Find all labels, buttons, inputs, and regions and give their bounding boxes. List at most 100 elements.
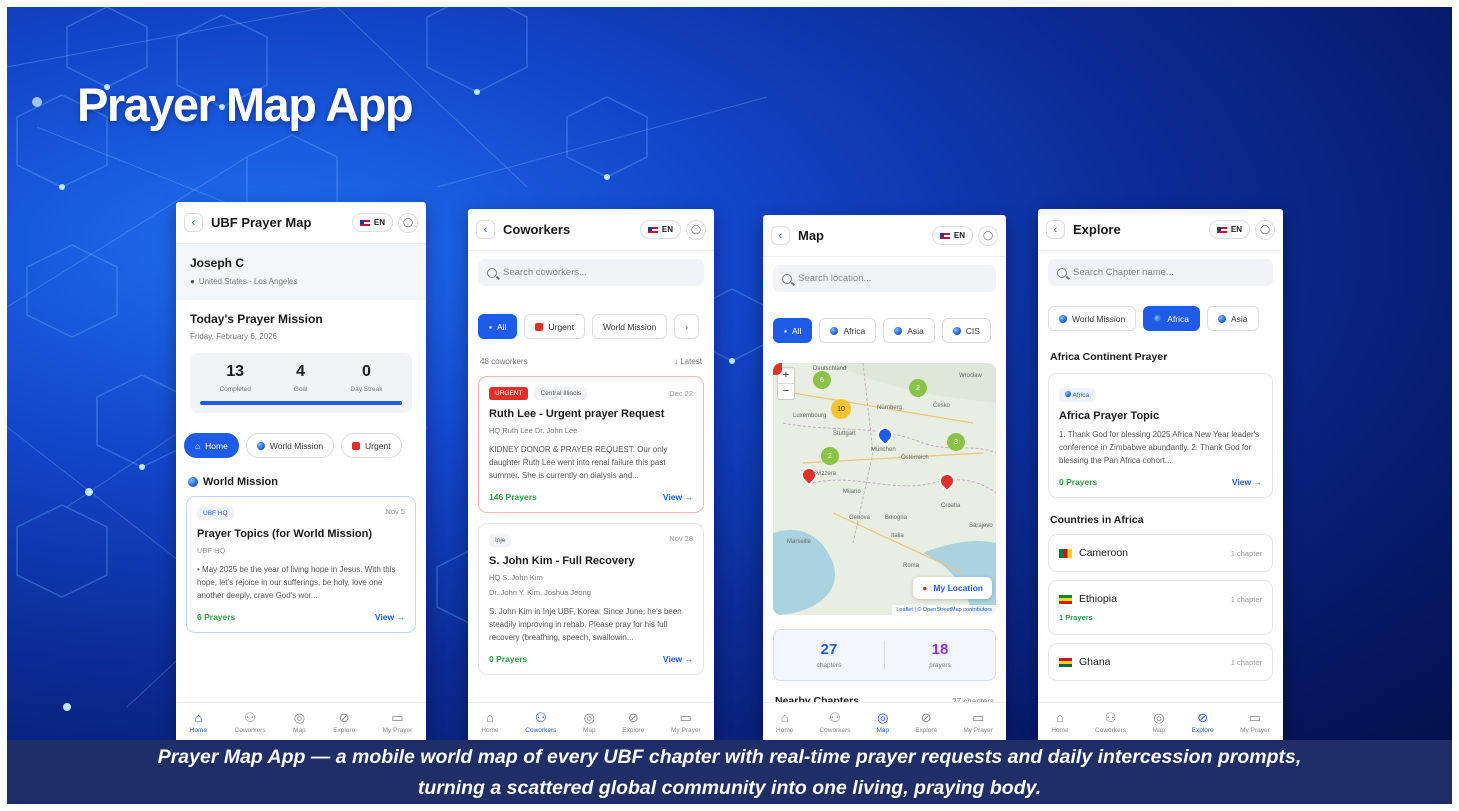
my-location-button[interactable]: ● My Location — [913, 577, 992, 599]
nav-map[interactable]: ◎ Map — [583, 711, 596, 734]
nav-explore[interactable]: ⊘ Explore — [915, 711, 937, 734]
book-icon: ▭ — [971, 710, 985, 725]
user-profile-icon[interactable]: ◯ — [978, 225, 998, 246]
nav-map[interactable]: ◎ Map — [1153, 711, 1166, 734]
card-prayers: 0 Prayers — [1059, 477, 1098, 487]
nav-home[interactable]: ⌂ Home — [481, 711, 498, 734]
language-toggle[interactable]: EN — [1208, 220, 1250, 239]
nav-my-prayer[interactable]: ▭ My Prayer — [383, 711, 413, 734]
nav-explore[interactable]: ⊘ Explore — [1192, 711, 1214, 734]
region-chips: World Mission Africa Asia — [1038, 294, 1283, 335]
region-chips: ▪ All Africa Asia CIS — [763, 300, 1006, 347]
nav-my-prayer[interactable]: ▭ My Prayer — [671, 711, 701, 734]
search-input[interactable]: Search location... — [773, 265, 996, 292]
nav-explore[interactable]: ⊘ Explore — [622, 711, 644, 734]
stat-chapters: 27 chapters — [774, 641, 885, 669]
card-view-link[interactable]: View → — [663, 492, 693, 502]
chip-urgent[interactable]: Urgent — [524, 314, 585, 339]
us-flag-icon — [647, 226, 658, 233]
map-pin-icon: ◎ — [1153, 710, 1165, 725]
chapter-cluster[interactable]: 6 — [813, 371, 831, 389]
user-profile-icon[interactable]: ◯ — [398, 212, 418, 233]
nav-home[interactable]: ⌂ Home — [1051, 711, 1068, 734]
nav-map[interactable]: ◎ Map — [877, 711, 890, 734]
nav-my-prayer[interactable]: ▭ My Prayer — [963, 711, 993, 734]
card-title: S. John Kim - Full Recovery — [489, 555, 635, 567]
map-label: Stuttgart — [833, 431, 856, 437]
prayer-card[interactable]: Inje Nov 28 S. John Kim - Full Recovery H… — [478, 523, 704, 675]
chip-all[interactable]: ▪ All — [773, 318, 813, 343]
chip-world-mission[interactable]: World Mission — [1048, 306, 1137, 331]
nav-coworkers[interactable]: ⚇ Coworkers — [525, 711, 556, 734]
user-card: Joseph C ● United States · Los Angeles — [176, 244, 426, 300]
prayer-card-urgent[interactable]: URGENT Central Illinois Dec 22 Ruth Lee … — [478, 376, 704, 513]
chip-world-mission[interactable]: World Mission — [591, 314, 668, 339]
chip-more[interactable]: › — [674, 314, 700, 339]
globe-icon — [1217, 314, 1226, 323]
card-view-link[interactable]: View → — [375, 612, 405, 622]
chapter-cluster[interactable]: 10 — [831, 399, 851, 419]
book-icon: ▭ — [679, 710, 692, 725]
card-view-link[interactable]: View → — [1232, 477, 1262, 487]
zoom-out-button[interactable]: − — [778, 383, 794, 399]
progress-bar — [200, 401, 402, 405]
chip-asia[interactable]: Asia — [883, 318, 935, 343]
chip-asia[interactable]: Asia — [1206, 306, 1259, 331]
card-title: Prayer Topics (for World Mission) — [197, 528, 373, 540]
chip-cis[interactable]: CIS — [941, 318, 991, 343]
chip-africa[interactable]: Africa — [819, 318, 877, 343]
map-label: Marseille — [787, 539, 812, 545]
app-header: ‹ Coworkers EN ◯ — [468, 209, 714, 251]
chip-all[interactable]: ▪ All — [478, 314, 518, 339]
sort-toggle[interactable]: ↓ Latest — [674, 357, 702, 366]
nav-coworkers[interactable]: ⚇ Coworkers — [819, 711, 850, 734]
section-header: World Mission — [176, 466, 426, 496]
app-header: ‹ UBF Prayer Map EN ◯ — [176, 202, 426, 244]
chip-home[interactable]: ⌂ Home — [184, 433, 239, 458]
people-icon: ⚇ — [829, 710, 841, 725]
map-label: Bologna — [885, 515, 908, 521]
map-label: Deutschland — [813, 366, 847, 372]
user-profile-icon[interactable]: ◯ — [686, 219, 706, 240]
filter-chips: ⌂ Home World Mission Urgent — [176, 419, 426, 466]
language-toggle[interactable]: EN — [931, 226, 973, 245]
nav-map[interactable]: ◎ Map — [293, 711, 306, 734]
user-profile-icon[interactable]: ◯ — [1255, 219, 1275, 240]
phone-home-screen: ‹ UBF Prayer Map EN ◯ Joseph C ● United S… — [176, 202, 426, 742]
chapter-cluster[interactable]: 2 — [909, 379, 927, 397]
country-item-cameroon[interactable]: Cameroon 1 chapter — [1048, 534, 1273, 572]
nav-explore[interactable]: ⊘ Explore — [333, 711, 355, 734]
nav-coworkers[interactable]: ⚇ Coworkers — [1095, 711, 1126, 734]
country-item-ghana[interactable]: Ghana 1 chapter — [1048, 643, 1273, 681]
chip-africa[interactable]: Africa — [1143, 306, 1200, 331]
search-input[interactable]: Search Chapter name... — [1048, 259, 1273, 286]
chapter-cluster[interactable]: 3 — [947, 433, 965, 451]
prayer-card[interactable]: UBF HQ Nov 5 Prayer Topics (for World Mis… — [186, 496, 416, 633]
people-icon: ⚇ — [244, 710, 256, 725]
map-view[interactable]: + − 6 2 10 2 3 Deutschland Luxembourg Nür… — [773, 363, 996, 615]
card-body: 1. Thank God for blessing 2025 Africa Ne… — [1059, 430, 1260, 465]
region-prayer-card[interactable]: Africa Africa Prayer Topic 1. Thank God … — [1048, 373, 1273, 498]
nav-home[interactable]: ⌂ Home — [190, 711, 207, 734]
slide-caption: Prayer Map App — a mobile world map of e… — [7, 740, 1452, 804]
mission-date: Friday, February 6, 2026 — [190, 332, 278, 341]
map-stats: 27 chapters 18 prayers — [773, 629, 996, 681]
us-flag-icon — [939, 232, 950, 239]
nav-coworkers[interactable]: ⚇ Coworkers — [235, 711, 266, 734]
chip-urgent[interactable]: Urgent — [341, 433, 402, 458]
back-button[interactable]: ‹ — [1046, 220, 1065, 239]
nav-home[interactable]: ⌂ Home — [776, 711, 793, 734]
card-view-link[interactable]: View → — [663, 654, 693, 664]
nav-my-prayer[interactable]: ▭ My Prayer — [1240, 711, 1270, 734]
search-input[interactable]: Search coworkers... — [478, 259, 704, 286]
chapter-cluster[interactable]: 2 — [821, 447, 839, 465]
back-button[interactable]: ‹ — [771, 226, 790, 245]
country-item-ethiopia[interactable]: Ethiopia 1 chapter 1 Prayers — [1048, 580, 1273, 635]
card-body: S. John Kim in Inje UBF, Korea: Since Ju… — [489, 607, 682, 642]
back-button[interactable]: ‹ — [184, 213, 203, 232]
language-toggle[interactable]: EN — [351, 213, 393, 232]
back-button[interactable]: ‹ — [476, 220, 495, 239]
language-toggle[interactable]: EN — [639, 220, 681, 239]
chip-world-mission[interactable]: World Mission — [245, 433, 335, 458]
search-icon — [487, 267, 497, 278]
